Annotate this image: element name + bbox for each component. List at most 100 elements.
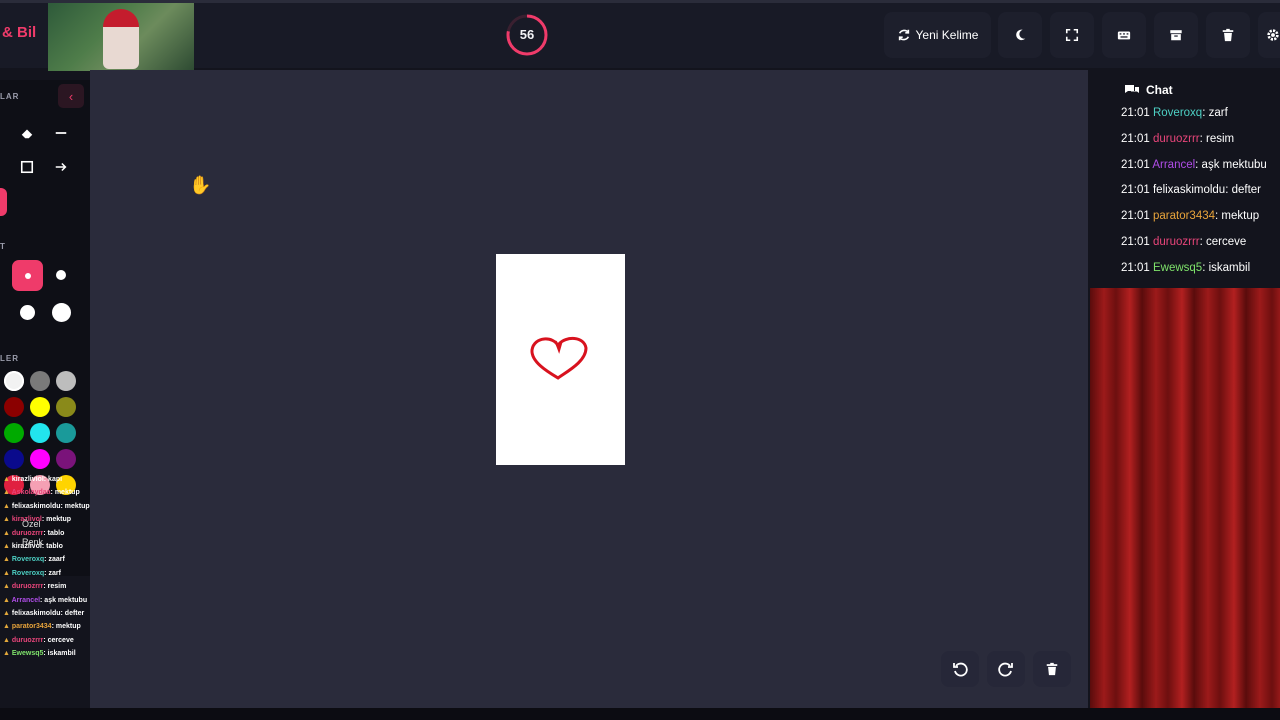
redo-button[interactable]	[987, 651, 1025, 687]
chat-bullet-icon: ▲	[3, 623, 12, 631]
undo-button[interactable]	[941, 651, 979, 687]
stream-chat-text: : tablo	[43, 529, 65, 537]
chat-time: 21:01	[1121, 261, 1153, 274]
stream-chat-line: ▲ Askolaydaa: mektup	[3, 489, 80, 496]
chat-bullet-icon: ▲	[3, 516, 12, 524]
color-swatch[interactable]	[30, 371, 50, 391]
chat-message: 21:01 parator3434: mektup	[1121, 210, 1259, 222]
color-swatch[interactable]	[4, 449, 24, 469]
colors-section-label: LER	[0, 354, 19, 363]
clear-canvas-button[interactable]	[1033, 651, 1071, 687]
trash-icon	[1222, 28, 1234, 42]
chat-bullet-icon: ▲	[3, 650, 12, 658]
chat-bullet-icon: ▲	[3, 543, 12, 550]
chat-bullet-icon: ▲	[3, 583, 12, 591]
stream-chat-line: ▲ Roveroxq: zarf	[3, 570, 61, 577]
keyboard-button[interactable]	[1102, 12, 1146, 58]
chat-message: 21:01 duruozrrr: resim	[1121, 133, 1234, 145]
webcam-feed	[48, 3, 194, 71]
chat-text: : resim	[1199, 132, 1235, 145]
color-swatch[interactable]	[56, 423, 76, 443]
chat-username: duruozrrr	[1152, 132, 1200, 145]
brush-size-xlarge[interactable]	[47, 298, 75, 326]
stream-chat-username: Roveroxq	[11, 569, 45, 577]
chat-time: 21:01	[1121, 158, 1153, 171]
chat-message: 21:01 felixaskimoldu: defter	[1121, 184, 1261, 196]
rectangle-tool[interactable]	[13, 153, 41, 181]
stream-chat-username: parator3434	[11, 623, 52, 631]
chat-bullet-icon: ▲	[3, 569, 12, 577]
chevron-left-icon: ‹	[68, 88, 74, 104]
clear-button[interactable]	[1206, 12, 1250, 58]
settings-button[interactable]	[1258, 12, 1280, 58]
chat-time: 21:01	[1121, 107, 1153, 119]
stream-chat-username: Ewewsq5	[11, 650, 44, 658]
color-swatch[interactable]	[56, 371, 76, 391]
timer-value: 56	[519, 27, 535, 42]
archive-icon	[1170, 30, 1182, 41]
stream-chat-username: duruozrrr	[11, 636, 44, 644]
color-swatch[interactable]	[30, 423, 50, 443]
new-word-button[interactable]: Yeni Kelime	[884, 12, 991, 58]
chat-bullet-icon: ▲	[3, 596, 12, 604]
stream-chat-line: ▲ Roveroxq: zaarf	[3, 556, 65, 563]
chat-username: Roveroxq	[1152, 107, 1203, 119]
eraser-tool[interactable]	[13, 119, 41, 147]
stream-chat-text: : mektup	[50, 489, 80, 497]
color-swatch[interactable]	[30, 449, 50, 469]
arrow-right-icon	[55, 162, 67, 172]
chat-bullet-icon: ▲	[3, 610, 12, 617]
chat-time: 21:01	[1121, 132, 1153, 145]
arrow-tool[interactable]	[47, 153, 75, 181]
chat-title: Chat	[1146, 83, 1173, 97]
chat-text: : mektup	[1215, 210, 1260, 223]
brush-size-large[interactable]	[13, 298, 41, 326]
stream-background-curtain	[1090, 288, 1280, 708]
drawn-heart	[530, 337, 588, 380]
archive-button[interactable]	[1154, 12, 1198, 58]
color-swatch[interactable]	[4, 423, 24, 443]
custom-color-label-line2[interactable]: Renk	[22, 537, 43, 547]
dark-mode-button[interactable]	[998, 12, 1042, 58]
chat-text: : defter	[1225, 184, 1262, 197]
moon-icon	[1016, 29, 1026, 41]
selected-tool-indicator[interactable]	[0, 188, 7, 216]
chat-bullet-icon: ▲	[3, 529, 12, 537]
stream-chat-username: kirazliviol	[11, 476, 44, 483]
color-swatch[interactable]	[4, 397, 24, 417]
line-tool[interactable]	[47, 119, 75, 147]
refresh-icon	[898, 29, 909, 41]
stream-chat-line: ▲ Ewewsq5: iskambil	[3, 650, 76, 657]
stream-chat-text: : iskambil	[43, 650, 76, 658]
stream-chat-text: : mektup	[41, 516, 72, 524]
chat-time: 21:01	[1121, 210, 1153, 223]
stream-chat-username: Arrancel	[11, 596, 41, 604]
tool-sidebar	[0, 80, 90, 576]
custom-color-label[interactable]: Özel	[22, 519, 41, 529]
stream-chat-text: : aşk mektubu	[40, 596, 88, 604]
chat-bullet-icon: ▲	[3, 476, 12, 483]
brush-size-small[interactable]	[12, 260, 43, 291]
stream-chat-text: : mektup	[60, 502, 90, 510]
chat-bullet-icon: ▲	[3, 502, 12, 510]
color-swatch[interactable]	[56, 397, 76, 417]
chat-header: Chat	[1124, 83, 1173, 97]
tools-section-label: LAR	[0, 92, 20, 101]
fullscreen-button[interactable]	[1050, 12, 1094, 58]
color-swatch[interactable]	[56, 449, 76, 469]
stream-chat-text: : cerceve	[43, 636, 74, 644]
stream-chat-text: : zarf	[44, 569, 61, 577]
undo-icon	[953, 662, 968, 677]
stream-chat-text: : zaarf	[44, 556, 65, 564]
chat-message: 21:01 Arrancel: aşk mektubu	[1121, 159, 1267, 171]
bottom-edge	[0, 708, 1280, 720]
line-icon	[55, 132, 67, 134]
color-swatch[interactable]	[4, 371, 24, 391]
chat-text: : zarf	[1202, 107, 1228, 119]
redo-icon	[998, 662, 1013, 677]
collapse-sidebar-button[interactable]: ‹	[58, 84, 84, 108]
stream-chat-username: duruozrrr	[11, 529, 44, 537]
brush-size-medium[interactable]	[47, 261, 75, 289]
color-swatch[interactable]	[30, 397, 50, 417]
chat-message: 21:01 Ewewsq5: iskambil	[1121, 262, 1250, 274]
